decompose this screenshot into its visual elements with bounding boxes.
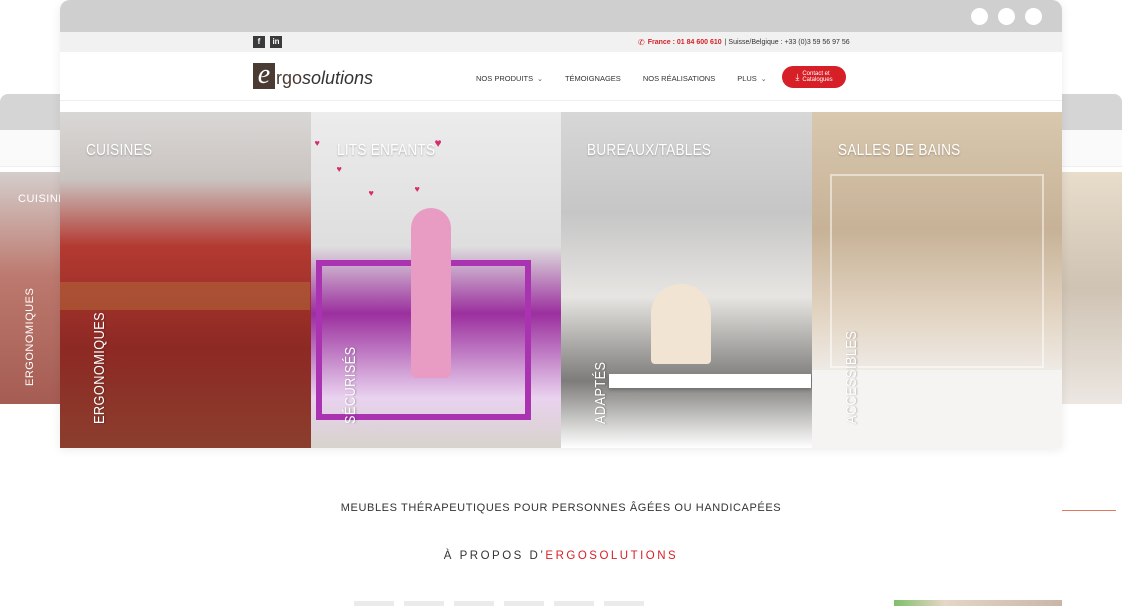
panel-bureaux-tables[interactable]: BUREAUX/TABLES ADAPTÉS	[561, 112, 812, 448]
about-heading: À PROPOS D’ERGOSOLUTIONS	[0, 550, 1122, 562]
linkedin-icon[interactable]: in	[270, 36, 282, 48]
window-dot-icon[interactable]	[998, 8, 1015, 25]
panel-vertical-label: ACCESSIBLES	[842, 330, 860, 424]
nav-item-temoignages[interactable]: TÉMOIGNAGES	[565, 74, 621, 83]
site-logo[interactable]: e rgo solutions	[253, 61, 374, 89]
about-prefix: À PROPOS D’	[443, 550, 546, 562]
nav-menu: NOS PRODUITS ⌄ TÉMOIGNAGES NOS RÉALISATI…	[476, 74, 789, 83]
cta-label: Contact et Catalogues	[802, 71, 832, 84]
nav-item-label: NOS RÉALISATIONS	[642, 74, 716, 83]
logo-ergo: rgo	[276, 68, 303, 88]
panel-cuisines[interactable]: CUISINES ERGONOMIQUES	[60, 112, 311, 448]
cta-line-1: Contact et	[802, 70, 830, 77]
panel-title: LITS ENFANTS	[336, 142, 435, 159]
panel-lits-enfants[interactable]: ♥ ♥ ♥ ♥ ♥ LITS ENFANTS SÉCURISÉS	[310, 112, 561, 448]
bottom-content-preview	[354, 601, 654, 606]
panel-salles-de-bains[interactable]: SALLES DE BAINS ACCESSIBLES	[811, 112, 1062, 448]
category-panels: CUISINES ERGONOMIQUES ♥ ♥ ♥ ♥ ♥ LITS ENF…	[60, 112, 1062, 448]
nav-item-plus[interactable]: PLUS ⌄	[737, 74, 766, 83]
desk-image	[609, 374, 811, 388]
cta-line-2: Catalogues	[802, 77, 833, 83]
child-image	[410, 208, 451, 378]
contact-catalogues-button[interactable]: ⤓ Contact et Catalogues	[782, 66, 846, 88]
chevron-down-icon: ⌄	[760, 75, 767, 83]
window-controls	[971, 8, 1042, 25]
logo-solutions: solutions	[302, 68, 374, 88]
about-brand: ERGOSOLUTIONS	[545, 550, 679, 562]
social-links: f in	[253, 36, 282, 48]
heart-icon: ♥	[414, 184, 420, 194]
office-person-image	[651, 284, 711, 364]
window-dot-icon[interactable]	[971, 8, 988, 25]
browser-chrome	[60, 0, 1062, 32]
decorative-divider	[1062, 510, 1116, 511]
phone-numbers: ✆ France : 01 84 600 610 | Suisse/Belgiq…	[638, 38, 850, 47]
phone-other[interactable]: | Suisse/Belgique : +33 (0)3 59 56 97 56	[725, 39, 850, 46]
panel-title: CUISINES	[86, 142, 153, 159]
heart-icon: ♥	[314, 138, 320, 148]
logo-e: e	[253, 61, 275, 89]
top-info-bar: f in ✆ France : 01 84 600 610 | Suisse/B…	[60, 32, 1062, 52]
panel-vertical-label: ERGONOMIQUES	[91, 311, 108, 424]
download-icon: ⤓	[795, 71, 800, 82]
main-navigation-bar: e rgo solutions NOS PRODUITS ⌄ TÉMOIGNAG…	[60, 52, 1062, 101]
nav-item-label: PLUS	[737, 74, 757, 83]
nav-item-nos-produits[interactable]: NOS PRODUITS ⌄	[476, 74, 543, 83]
phone-icon: ✆	[638, 38, 645, 47]
nav-item-label: TÉMOIGNAGES	[564, 74, 621, 83]
panel-title: SALLES DE BAINS	[837, 142, 961, 159]
background-panel-bathroom	[1062, 172, 1122, 404]
heart-icon: ♥	[336, 164, 342, 174]
mirror-image	[829, 174, 1044, 368]
browser-window: f in ✆ France : 01 84 600 610 | Suisse/B…	[60, 0, 1062, 448]
nav-item-nos-realisations[interactable]: NOS RÉALISATIONS	[643, 74, 715, 83]
panel-vertical-label: SÉCURISÉS	[341, 346, 359, 424]
background-panel-vertical-label: ERGONOMIQUES	[24, 287, 36, 386]
phone-france[interactable]: France : 01 84 600 610	[648, 39, 722, 46]
facebook-icon[interactable]: f	[253, 36, 265, 48]
bottom-image-preview	[894, 600, 1062, 606]
kitchen-counter-image	[60, 282, 310, 310]
panel-title: BUREAUX/TABLES	[587, 142, 712, 159]
heart-icon: ♥	[368, 188, 374, 198]
window-dot-icon[interactable]	[1025, 8, 1042, 25]
chevron-down-icon: ⌄	[537, 75, 543, 83]
page-tagline: MEUBLES THÉRAPEUTIQUES POUR PERSONNES ÂG…	[340, 502, 782, 514]
nav-item-label: NOS PRODUITS	[476, 74, 534, 83]
panel-vertical-label: ADAPTÉS	[592, 361, 609, 424]
